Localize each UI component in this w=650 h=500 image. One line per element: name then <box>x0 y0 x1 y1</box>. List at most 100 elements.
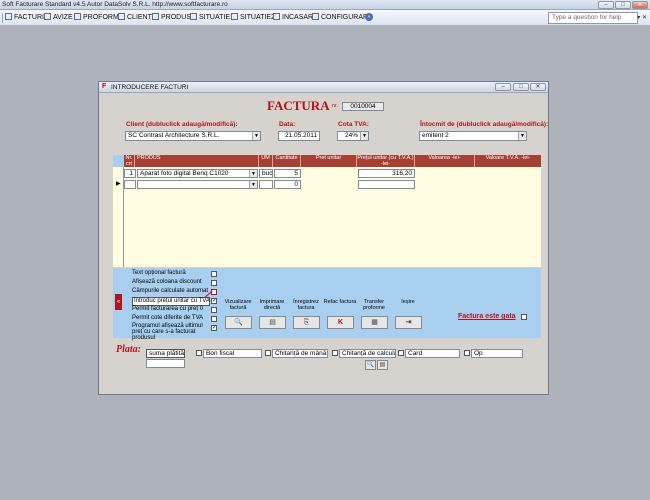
checkbox-invoice-ready[interactable] <box>521 314 527 320</box>
checkbox-zero-price[interactable] <box>211 307 217 313</box>
row2-produs-select[interactable]: ▼ <box>137 180 258 189</box>
products-icon <box>152 13 159 20</box>
menu-avize[interactable]: AVIZE <box>44 13 73 23</box>
close-button[interactable]: ✕ <box>632 1 648 9</box>
amount-paid-input[interactable] <box>146 359 185 368</box>
maximize-button[interactable]: □ <box>615 1 631 9</box>
client-label: Client (dubluclick adaugă/modifică): <box>126 121 238 128</box>
chevron-down-icon: ▼ <box>249 170 257 177</box>
date-label: Data: <box>279 121 296 128</box>
number-label: nr. <box>332 103 339 109</box>
checkbox-op[interactable] <box>464 350 470 356</box>
option-zero-price: Permit facturarea cu preț 0 <box>132 306 204 312</box>
help-search-input[interactable]: Type a question for help <box>548 12 638 24</box>
col-produs: PRODUS <box>135 155 259 167</box>
receipt-print-icon[interactable]: ▤ <box>377 360 388 370</box>
row1-cantitate[interactable]: 5 <box>274 169 301 178</box>
window-maximize-button[interactable]: □ <box>513 83 529 91</box>
save-invoice-button[interactable]: ⎘ <box>293 316 320 329</box>
checkbox-chitanta-mana[interactable] <box>265 350 271 356</box>
menu-facturi[interactable]: FACTURI <box>5 13 44 23</box>
row1-produs-select[interactable]: Aparat foto digital Benq C1020 ▼ <box>137 169 258 178</box>
option-different-vat: Permit cote diferite de TVA <box>132 315 204 321</box>
row1-nr: 1 <box>124 169 136 178</box>
window-title: INTRODUCERE FACTURI <box>111 84 189 91</box>
col-pret-unitar: Pret unitar <box>301 155 357 167</box>
option-text-optional: Text opțional factură <box>132 270 186 276</box>
card-option: Card <box>405 349 460 358</box>
checkbox-card[interactable] <box>398 350 404 356</box>
col-cantitate: Cantitate <box>273 155 301 167</box>
col-pret-tva: Prețul unitar (cu T.V.A.) -lei- <box>357 155 415 167</box>
proforma-icon <box>74 13 81 20</box>
date-field[interactable]: 21.05.2011 <box>278 131 320 141</box>
current-row-arrow-icon: ▶ <box>116 181 121 187</box>
app-title: Soft Facturare Standard v4.5 Autor DataS… <box>2 1 228 8</box>
print-direct-button[interactable]: ▤ <box>259 316 286 329</box>
chevron-down-icon: ▼ <box>249 181 257 188</box>
checkbox-different-vat[interactable] <box>211 316 217 322</box>
checkbox-text-optional[interactable] <box>211 271 217 277</box>
checkbox-last-price[interactable]: ✓ <box>211 325 217 331</box>
invoice-number-field[interactable]: 0010004 <box>342 102 384 111</box>
chitanta-mana-option: Chitanță de mână <box>272 349 328 358</box>
checkbox-bon-fiscal[interactable] <box>196 350 202 356</box>
report-icon <box>190 13 197 20</box>
window-minimize-button[interactable]: – <box>495 83 511 91</box>
invoice-window: F INTRODUCERE FACTURI – □ ✕ FACTURA nr. … <box>98 81 549 395</box>
notice-icon <box>44 13 51 20</box>
col-nr: Nr. crt <box>124 155 135 167</box>
payments-icon <box>273 13 280 20</box>
checkbox-unit-price-vat[interactable]: ✓ <box>211 298 217 304</box>
row2-pret-tva[interactable] <box>358 180 415 189</box>
document-heading: FACTURA <box>267 98 330 113</box>
option-discount-column: Afișează coloana discount <box>132 279 202 285</box>
clients-icon <box>118 13 125 20</box>
checkbox-discount-column[interactable] <box>211 280 217 286</box>
menu-incasari[interactable]: INCASARI <box>273 13 315 23</box>
menu-situatie1[interactable]: SITUATIE1 <box>190 13 234 23</box>
receipt-preview-icon[interactable]: 🔍 <box>365 360 376 370</box>
redo-invoice-button[interactable]: K <box>327 316 354 329</box>
payment-label: Plata: <box>116 344 141 355</box>
table-header: Nr. crt PRODUS UM Cantitate Pret unitar … <box>124 155 541 167</box>
option-unit-price-vat: Introduc prețul unitar cu TVA <box>132 297 210 306</box>
menu-situatie2[interactable]: SITUATIE2 <box>231 13 275 23</box>
app-title-bar: Soft Facturare Standard v4.5 Autor DataS… <box>0 0 650 10</box>
col-um: UM <box>259 155 273 167</box>
author-select[interactable]: emitent 2 ▼ <box>419 131 527 141</box>
form-icon: F <box>102 83 107 90</box>
chevron-down-icon: ▼ <box>252 132 260 140</box>
menu-configurare[interactable]: CONFIGURARE <box>312 13 373 23</box>
transfer-proforma-button[interactable]: ▦ <box>361 316 388 329</box>
row1-pret-tva[interactable]: 316,20 <box>358 169 415 178</box>
exit-label: Ieșire <box>401 299 415 305</box>
bon-fiscal-option: Bon fiscal <box>203 349 262 358</box>
chevron-down-icon[interactable]: » <box>365 13 373 21</box>
window-title-bar: F INTRODUCERE FACTURI – □ ✕ <box>99 82 548 93</box>
exit-button[interactable]: ⇥ <box>395 316 422 329</box>
invoice-ready-label: Factura este gata <box>458 313 516 320</box>
minimize-button[interactable]: – <box>598 1 614 9</box>
collapse-options-icon[interactable]: « <box>115 294 122 310</box>
vat-select[interactable]: 24% ▼ <box>337 131 369 141</box>
report-icon <box>231 13 238 20</box>
option-last-price: Programul afișează ultimul preț cu care … <box>132 323 203 341</box>
chevron-down-icon: ▼ <box>518 132 526 140</box>
vat-label: Cota TVA: <box>338 121 369 128</box>
chevron-down-icon: ▼ <box>360 132 368 140</box>
menu-proforme[interactable]: PROFORME <box>74 13 123 23</box>
client-select[interactable]: SC Contrast Architecture S.R.L. ▼ <box>125 131 261 141</box>
menu-clienti[interactable]: CLIENTI <box>118 13 154 23</box>
row2-um[interactable] <box>259 180 273 189</box>
option-auto-fields: Câmpurile calculate automat <box>132 288 209 294</box>
row2-cantitate[interactable]: 0 <box>274 180 301 189</box>
invoice-icon <box>5 13 12 20</box>
checkbox-chitanta-calculator[interactable] <box>332 350 338 356</box>
close-document-icon[interactable]: ▾ ✕ <box>637 14 647 21</box>
window-close-button[interactable]: ✕ <box>530 83 546 91</box>
chitanta-calculator-option: Chitanță de calculator <box>339 349 396 358</box>
row1-um[interactable]: buc <box>259 169 273 178</box>
row2-nr <box>124 180 136 189</box>
view-invoice-button[interactable]: 🔍 <box>225 316 252 329</box>
